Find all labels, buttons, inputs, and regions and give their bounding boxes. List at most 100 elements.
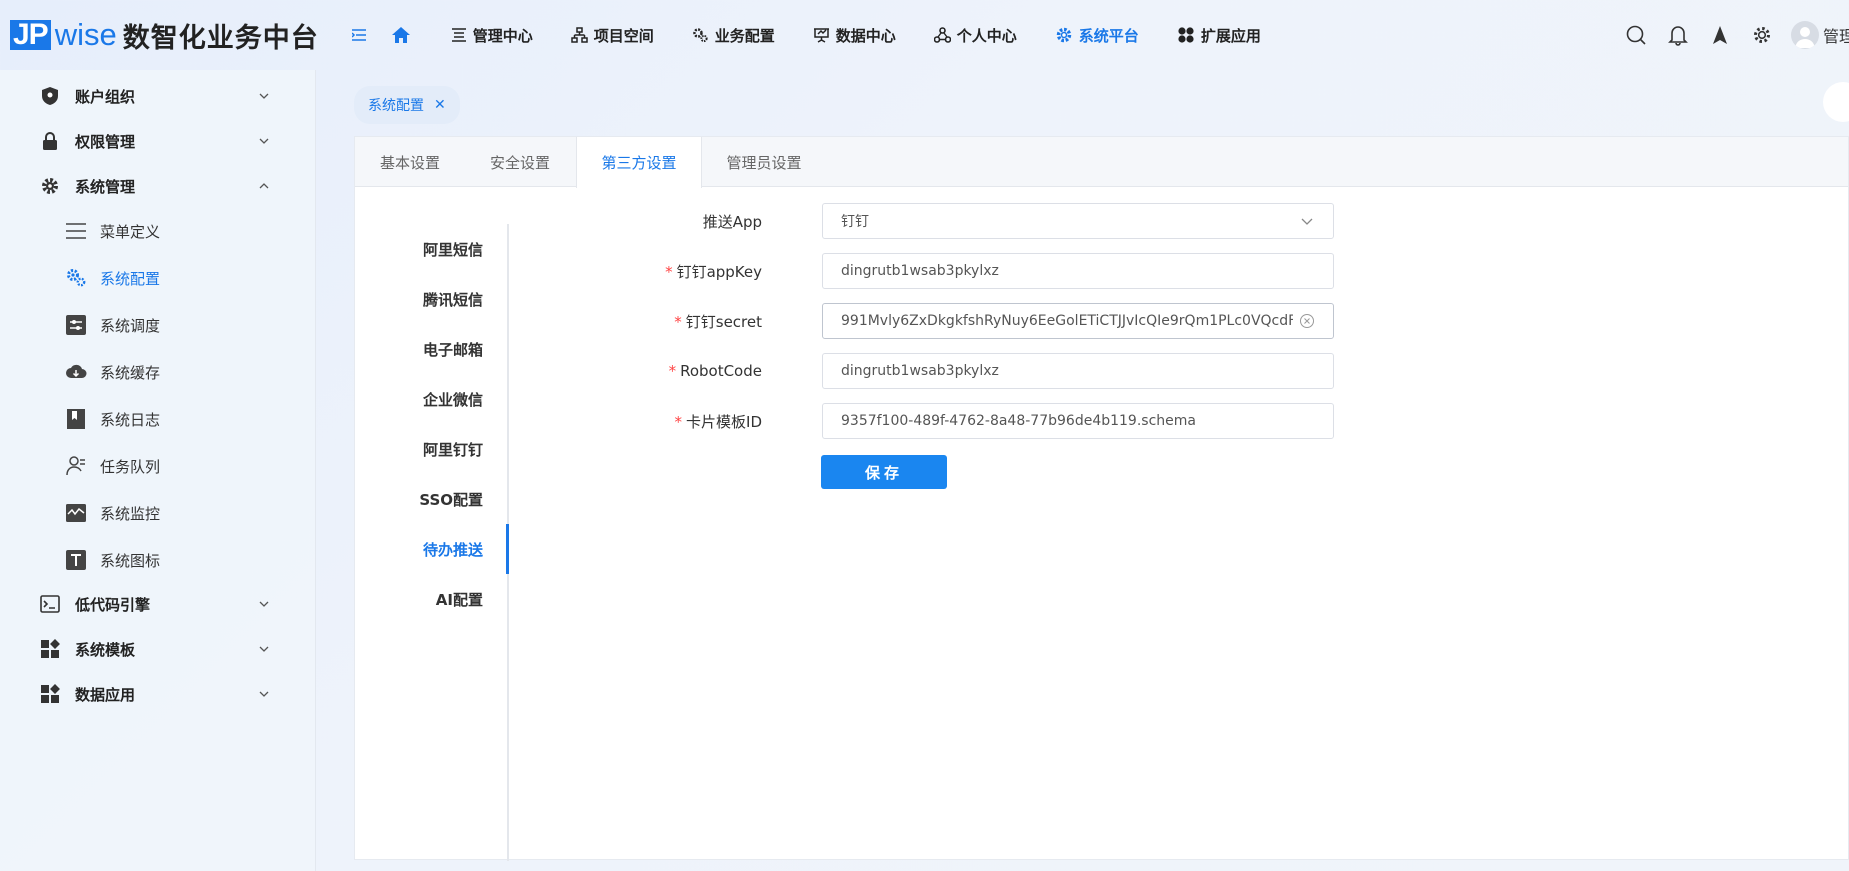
sidebar-item-permissions[interactable]: 权限管理 [0,121,316,161]
tab-basic-settings[interactable]: 基本设置 [355,137,465,187]
nav-label: 扩展应用 [1200,26,1261,45]
nav-item-project[interactable]: 项目空间 [570,0,654,70]
form-row-secret: * 钉钉secret 991Mvly6ZxDkgkfshRyNuy6EeGolET… [529,303,1334,339]
tab-label: 基本设置 [379,153,440,172]
sidebar-item-label: 系统管理 [75,177,136,196]
robot-code-label: * RobotCode [668,362,762,380]
close-icon[interactable]: ✕ [434,97,446,113]
sliders-icon [66,315,86,335]
terminal-icon [40,595,60,613]
nav-item-business-config[interactable]: 业务配置 [692,0,775,70]
sidebar-subitem-label: 系统监控 [100,504,161,523]
lock-icon [43,132,57,150]
nav-label: 个人中心 [956,26,1017,45]
vtab-wecom[interactable]: 企业微信 [423,374,483,424]
sidebar-subitem-label: 任务队列 [100,457,161,476]
tab-third-party-settings[interactable]: 第三方设置 [576,137,702,188]
secret-input[interactable]: 991Mvly6ZxDkgkfshRyNuy6EeGolETiCTJJvIcQI… [822,303,1334,339]
sidebar-item-label: 系统模板 [75,640,136,659]
nav-label: 业务配置 [714,26,775,45]
search-icon[interactable] [1623,22,1649,48]
nav-item-management[interactable]: 管理中心 [451,0,533,70]
vtab-todo-push[interactable]: 待办推送 [423,524,483,574]
gear-icon [1056,27,1072,43]
sidebar-subitem-label: 系统日志 [100,410,161,429]
sidebar-subitem-system-log[interactable]: 系统日志 [0,399,316,439]
sidebar-subitem-label: 系统图标 [100,551,161,570]
sidebar-subitem-system-cache[interactable]: 系统缓存 [0,352,316,392]
user-list-icon [66,456,85,476]
logo: JP wise 数智化业务中台 [10,0,319,70]
sidebar-subitem-system-schedule[interactable]: 系统调度 [0,305,316,345]
card-template-input[interactable]: 9357f100-489f-4762-8a48-77b96de4b119.sch… [822,403,1334,439]
push-app-select[interactable]: 钉钉 [822,203,1334,239]
nav-item-data-center[interactable]: 数据中心 [813,0,896,70]
list-icon [451,28,466,42]
cloud-download-icon [66,364,87,378]
required-mark: * [674,412,683,431]
home-button[interactable] [391,0,417,70]
tab-label: 安全设置 [489,153,550,172]
settings-icon[interactable] [1749,22,1775,48]
tab-label: 第三方设置 [601,154,677,172]
sidebar-item-lowcode-engine[interactable]: 低代码引擎 [0,584,316,624]
navigation-arrow-icon[interactable] [1707,22,1733,48]
app-title: 数智化业务中台 [122,22,319,54]
vtab-tencent-sms[interactable]: 腾讯短信 [423,274,483,324]
top-right-tools: 管理员 [1607,0,1849,70]
sidebar-item-account-org[interactable]: 账户组织 [0,76,316,116]
vtab-sso[interactable]: SSO配置 [419,474,483,524]
sidebar-item-data-apps[interactable]: 数据应用 [0,674,316,714]
sidebar-subitem-label: 系统调度 [100,316,161,335]
chevron-down-icon [1301,218,1313,225]
vtab-label: 阿里钉钉 [422,440,483,459]
save-button[interactable]: 保存 [821,455,947,489]
sidebar-item-label: 权限管理 [75,132,136,151]
vtab-label: AI配置 [435,590,483,609]
sidebar-item-label: 账户组织 [75,87,136,106]
username[interactable]: 管理员 [1823,23,1849,47]
vtab-label: 待办推送 [422,540,483,559]
vtab-aliyun-sms[interactable]: 阿里短信 [423,224,483,274]
app-key-input[interactable]: dingrutb1wsab3pkylxz [822,253,1334,289]
sidebar-subitem-system-monitor[interactable]: 系统监控 [0,493,316,533]
sidebar-subitem-system-icons[interactable]: 系统图标 [0,540,316,580]
nav-item-personal-center[interactable]: 个人中心 [933,0,1017,70]
vtab-label: 电子邮箱 [422,340,483,359]
form-row-app-key: * 钉钉appKey dingrutb1wsab3pkylxz [529,253,1334,289]
app-key-label: * 钉钉appKey [665,262,762,281]
sidebar-item-system-templates[interactable]: 系统模板 [0,629,316,669]
tab-security-settings[interactable]: 安全设置 [465,137,575,187]
nav-item-system-platform[interactable]: 系统平台 [1055,0,1139,70]
vtab-email[interactable]: 电子邮箱 [423,324,483,374]
vtab-ai-config[interactable]: AI配置 [436,574,483,624]
sidebar-subitem-menu-definition[interactable]: 菜单定义 [0,211,316,251]
shield-icon [42,87,58,105]
robot-code-input[interactable]: dingrutb1wsab3pkylxz [822,353,1334,389]
bell-icon[interactable] [1665,22,1691,48]
sidebar-subitem-task-queue[interactable]: 任务队列 [0,446,316,486]
tag-system-config[interactable]: 系统配置 ✕ [354,86,460,124]
sitemap-icon [570,27,588,43]
user-icon [1795,27,1815,48]
third-party-vertical-nav: 阿里短信 腾讯短信 电子邮箱 企业微信 阿里钉钉 SSO配置 待办推送 AI配置 [355,224,509,861]
robot-code-value: dingrutb1wsab3pkylxz [841,363,999,379]
nav-item-extensions[interactable]: 扩展应用 [1177,0,1261,70]
sidebar-subitem-label: 系统缓存 [100,363,161,382]
chevron-down-icon [259,601,269,607]
required-mark: * [674,312,682,331]
vtab-dingtalk[interactable]: 阿里钉钉 [423,424,483,474]
secret-label: * 钉钉secret [674,312,762,331]
menu-collapse-icon[interactable] [349,25,369,45]
vtab-label: 阿里短信 [422,240,483,259]
avatar[interactable] [1791,21,1819,49]
card-template-label: * 卡片模板ID [674,412,762,431]
chevron-up-icon [259,183,269,189]
tab-admin-settings[interactable]: 管理员设置 [702,137,826,187]
clear-icon[interactable] [1299,313,1315,329]
menu-icon [66,223,86,239]
vtab-label: 腾讯短信 [422,290,483,309]
sidebar-item-system-management[interactable]: 系统管理 [0,166,316,206]
sidebar-subitem-system-config[interactable]: 系统配置 [0,258,316,298]
tag-search-button[interactable] [1823,82,1849,122]
